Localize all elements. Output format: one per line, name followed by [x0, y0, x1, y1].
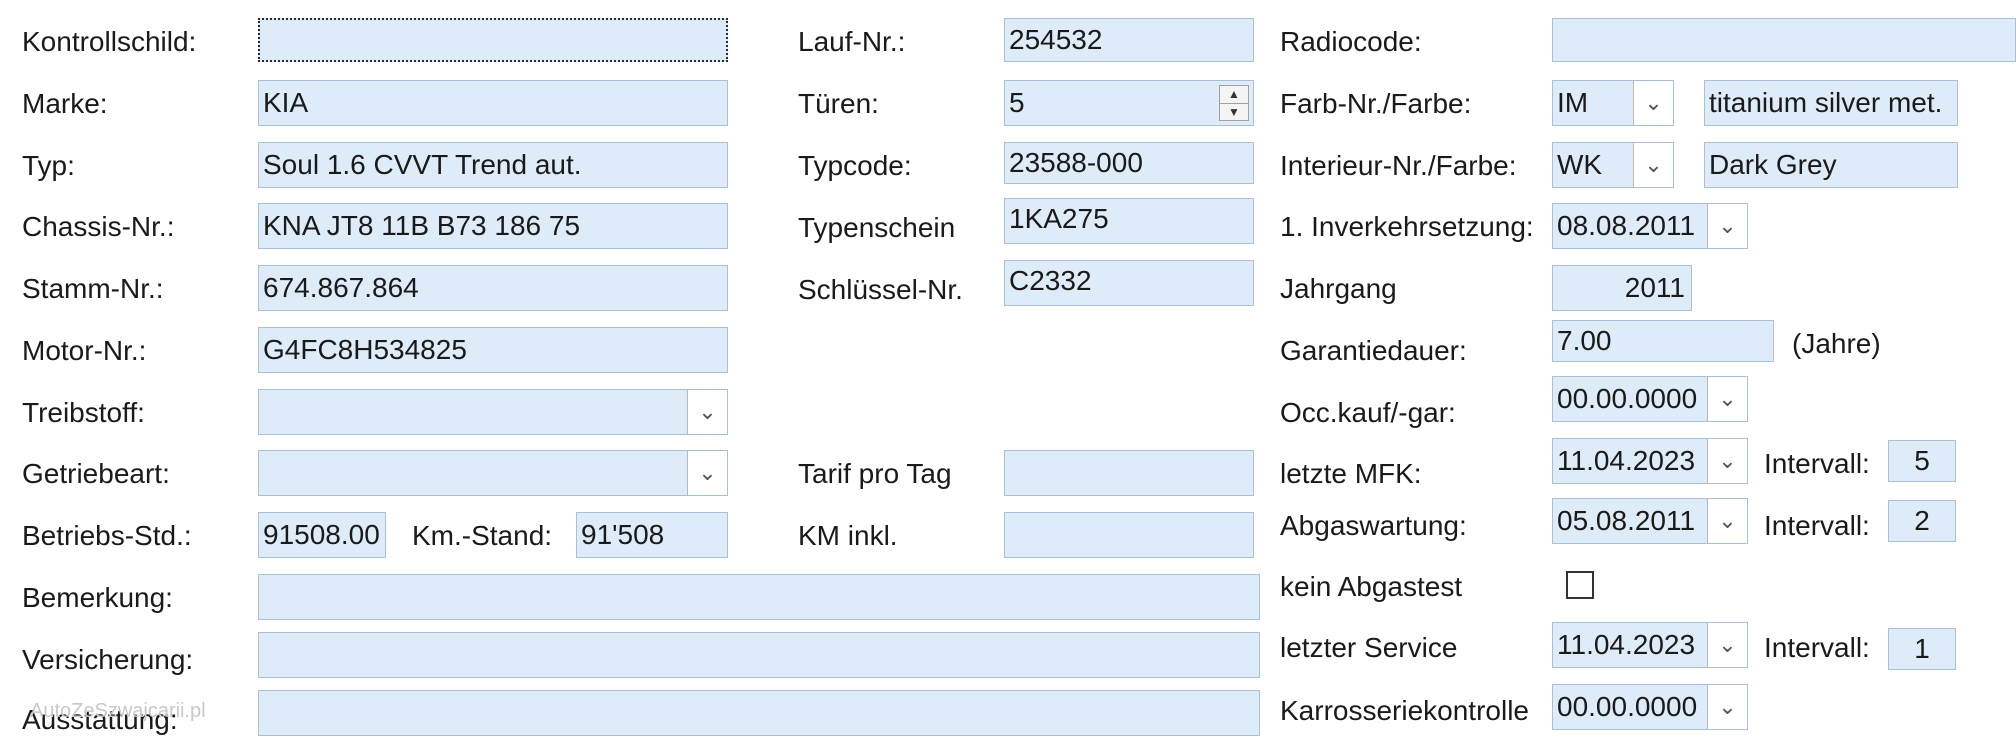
typcode-label: Typcode: [798, 150, 912, 181]
abgaswartung-interval-label: Intervall: [1764, 510, 1870, 541]
ausstattung-input[interactable] [258, 690, 1260, 736]
karosserie-label: Karrosseriekontrolle [1280, 695, 1529, 726]
farbe-code-select[interactable]: IM ⌄ [1552, 80, 1674, 126]
radiocode-label: Radiocode: [1280, 26, 1422, 57]
service-date[interactable]: 11.04.2023 ⌄ [1552, 622, 1748, 668]
abgaswartung-value: 05.08.2011 [1557, 505, 1696, 536]
getriebeart-label: Getriebeart: [22, 458, 170, 489]
spinner-arrows-icon[interactable]: ▲ ▼ [1219, 85, 1249, 121]
abgaswartung-interval-input[interactable]: 2 [1888, 500, 1956, 542]
chevron-down-icon[interactable]: ⌄ [1707, 439, 1747, 483]
chevron-down-icon[interactable]: ⌄ [1707, 499, 1747, 543]
stamm-input[interactable]: 674.867.864 [258, 265, 728, 311]
interieur-code-value: WK [1557, 149, 1603, 180]
chevron-down-icon[interactable]: ⌄ [1707, 685, 1747, 729]
betriebs-label: Betriebs-Std.: [22, 520, 192, 551]
treibstoff-select[interactable]: ⌄ [258, 389, 728, 435]
inverkehr-value: 08.08.2011 [1557, 210, 1696, 241]
chassis-label: Chassis-Nr.: [22, 211, 175, 242]
karosserie-value: 00.00.0000 [1557, 691, 1698, 722]
tueren-spinner[interactable]: 5 ▲ ▼ [1004, 80, 1254, 126]
schluessel-label: Schlüssel-Nr. [798, 274, 963, 305]
kontrollschild-input[interactable] [258, 18, 728, 62]
chevron-down-icon[interactable]: ⌄ [1707, 204, 1747, 248]
abgaswartung-label: Abgaswartung: [1280, 510, 1467, 541]
occ-value: 00.00.0000 [1557, 383, 1698, 414]
farbe-label: Farb-Nr./Farbe: [1280, 88, 1472, 119]
typ-input[interactable]: Soul 1.6 CVVT Trend aut. [258, 142, 728, 188]
jahrgang-input[interactable]: 2011 [1552, 265, 1692, 311]
interieur-label: Interieur-Nr./Farbe: [1280, 150, 1517, 181]
interieur-name-input[interactable]: Dark Grey [1704, 142, 1958, 188]
interieur-code-select[interactable]: WK ⌄ [1552, 142, 1674, 188]
service-label: letzter Service [1280, 632, 1458, 663]
jahrgang-label: Jahrgang [1280, 273, 1397, 304]
mfk-value: 11.04.2023 [1557, 445, 1696, 476]
service-value: 11.04.2023 [1557, 629, 1696, 660]
treibstoff-label: Treibstoff: [22, 397, 145, 428]
typenschein-label: Typenschein [798, 212, 956, 243]
versicherung-input[interactable] [258, 632, 1260, 678]
garantie-label: Garantiedauer: [1280, 335, 1467, 366]
mfk-interval-label: Intervall: [1764, 448, 1870, 479]
stamm-label: Stamm-Nr.: [22, 273, 164, 304]
tueren-value: 5 [1009, 87, 1025, 118]
garantie-unit: (Jahre) [1792, 328, 1881, 359]
radiocode-input[interactable] [1552, 18, 2016, 62]
occ-label: Occ.kauf/-gar: [1280, 397, 1456, 428]
watermark: AutoZeSzwajcarii.pl [30, 700, 206, 722]
karosserie-date[interactable]: 00.00.0000 ⌄ [1552, 684, 1748, 730]
farbe-name-input[interactable]: titanium silver met. [1704, 80, 1958, 126]
versicherung-label: Versicherung: [22, 644, 194, 675]
betriebs-input[interactable]: 91508.00 [258, 512, 386, 558]
km-inkl-input[interactable] [1004, 512, 1254, 558]
service-interval-input[interactable]: 1 [1888, 628, 1956, 670]
chevron-down-icon[interactable]: ⌄ [687, 390, 727, 434]
spin-up-icon[interactable]: ▲ [1220, 86, 1248, 103]
inverkehr-date[interactable]: 08.08.2011 ⌄ [1552, 203, 1748, 249]
getriebeart-select[interactable]: ⌄ [258, 450, 728, 496]
abgastest-checkbox[interactable] [1566, 571, 1594, 599]
marke-label: Marke: [22, 88, 108, 119]
motor-input[interactable]: G4FC8H534825 [258, 327, 728, 373]
typenschein-input[interactable]: 1KA275 [1004, 198, 1254, 244]
typcode-input[interactable]: 23588-000 [1004, 142, 1254, 184]
mfk-label: letzte MFK: [1280, 458, 1422, 489]
motor-label: Motor-Nr.: [22, 335, 147, 366]
chevron-down-icon[interactable]: ⌄ [1633, 143, 1673, 187]
lauf-input[interactable]: 254532 [1004, 18, 1254, 62]
bemerkung-input[interactable] [258, 574, 1260, 620]
mfk-interval-input[interactable]: 5 [1888, 440, 1956, 482]
tueren-label: Türen: [798, 88, 879, 119]
spin-down-icon[interactable]: ▼ [1220, 102, 1248, 121]
abgaswartung-date[interactable]: 05.08.2011 ⌄ [1552, 498, 1748, 544]
chassis-input[interactable]: KNA JT8 11B B73 186 75 [258, 203, 728, 249]
tarif-input[interactable] [1004, 450, 1254, 496]
km-stand-label: Km.-Stand: [412, 520, 553, 551]
typ-label: Typ: [22, 150, 75, 181]
inverkehr-label: 1. Inverkehrsetzung: [1280, 211, 1534, 242]
service-interval-label: Intervall: [1764, 632, 1870, 663]
chevron-down-icon[interactable]: ⌄ [1633, 81, 1673, 125]
farbe-code-value: IM [1557, 87, 1589, 118]
chevron-down-icon[interactable]: ⌄ [1707, 377, 1747, 421]
kontrollschild-label: Kontrollschild: [22, 26, 197, 57]
occ-date[interactable]: 00.00.0000 ⌄ [1552, 376, 1748, 422]
tarif-label: Tarif pro Tag [798, 458, 952, 489]
bemerkung-label: Bemerkung: [22, 582, 173, 613]
schluessel-input[interactable]: C2332 [1004, 260, 1254, 306]
mfk-date[interactable]: 11.04.2023 ⌄ [1552, 438, 1748, 484]
chevron-down-icon[interactable]: ⌄ [687, 451, 727, 495]
chevron-down-icon[interactable]: ⌄ [1707, 623, 1747, 667]
km-inkl-label: KM inkl. [798, 520, 898, 551]
km-stand-input[interactable]: 91'508 [576, 512, 728, 558]
abgastest-label: kein Abgastest [1280, 571, 1463, 602]
garantie-input[interactable]: 7.00 [1552, 320, 1774, 362]
marke-input[interactable]: KIA [258, 80, 728, 126]
lauf-label: Lauf-Nr.: [798, 26, 906, 57]
